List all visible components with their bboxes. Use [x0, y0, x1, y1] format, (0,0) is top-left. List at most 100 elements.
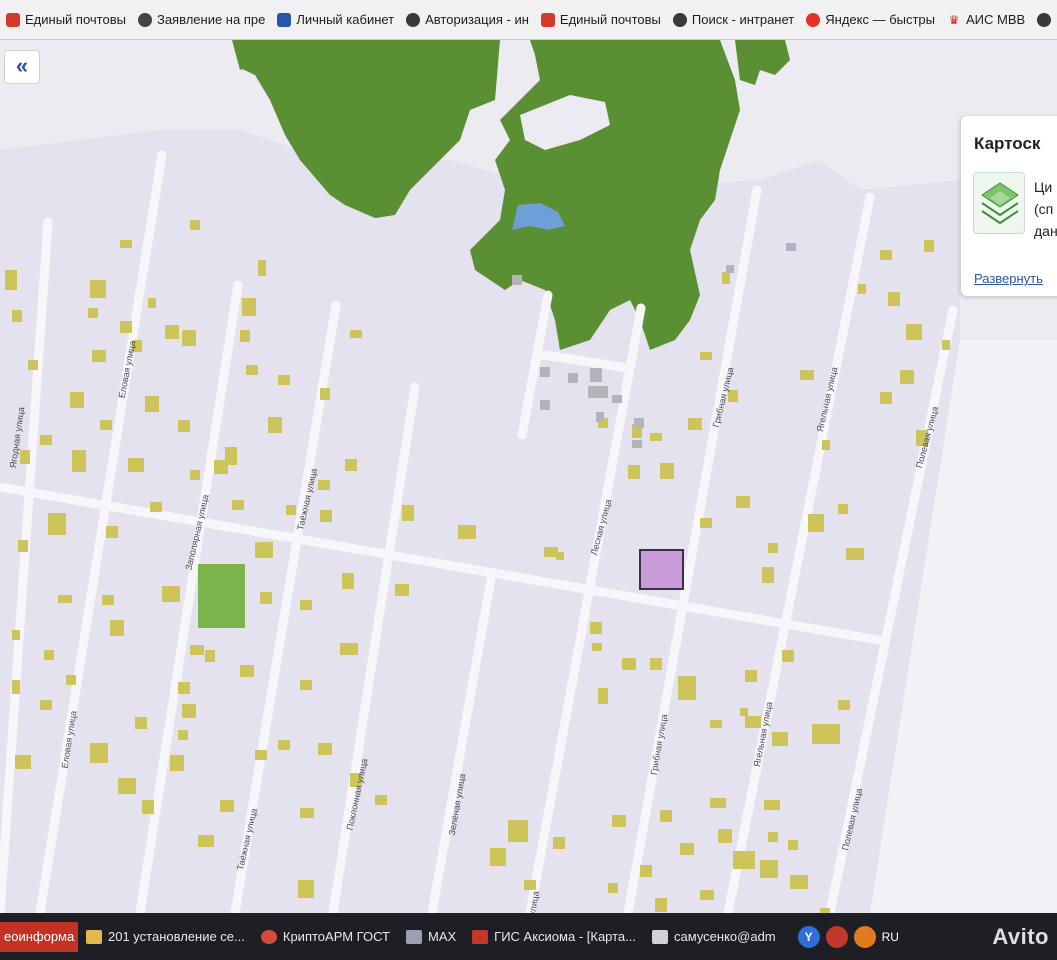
- building[interactable]: [190, 470, 200, 480]
- building[interactable]: [858, 284, 866, 294]
- building[interactable]: [298, 880, 314, 898]
- building[interactable]: [650, 433, 662, 441]
- building[interactable]: [72, 450, 86, 472]
- building[interactable]: [710, 798, 726, 808]
- building[interactable]: [660, 463, 674, 479]
- building[interactable]: [608, 883, 618, 893]
- building[interactable]: [700, 890, 714, 900]
- building[interactable]: [660, 810, 672, 822]
- building[interactable]: [58, 595, 72, 603]
- building[interactable]: [120, 240, 132, 248]
- building[interactable]: [700, 352, 712, 360]
- building[interactable]: [48, 513, 66, 535]
- building[interactable]: [145, 396, 159, 412]
- taskbar-item-gis[interactable]: ГИС Аксиома - [Карта...: [464, 922, 644, 952]
- security-icon[interactable]: [825, 925, 848, 948]
- building[interactable]: [340, 643, 358, 655]
- building[interactable]: [15, 755, 31, 769]
- building[interactable]: [733, 851, 755, 869]
- building[interactable]: [12, 680, 20, 694]
- bookmark-application[interactable]: Заявление на пре: [132, 0, 271, 39]
- building[interactable]: [70, 392, 84, 408]
- building[interactable]: [942, 340, 950, 350]
- building[interactable]: [590, 622, 602, 634]
- building[interactable]: [906, 324, 922, 340]
- building[interactable]: [120, 321, 132, 333]
- building[interactable]: [5, 270, 17, 290]
- building[interactable]: [612, 815, 626, 827]
- building[interactable]: [255, 750, 267, 760]
- building[interactable]: [924, 240, 934, 252]
- building[interactable]: [278, 740, 290, 750]
- building[interactable]: [592, 643, 602, 651]
- building[interactable]: [628, 465, 640, 479]
- building[interactable]: [178, 682, 190, 694]
- building[interactable]: [220, 800, 234, 812]
- bookmark-mail-1[interactable]: Единый почтовы: [0, 0, 132, 39]
- building[interactable]: [544, 547, 558, 557]
- building[interactable]: [880, 392, 892, 404]
- building[interactable]: [40, 435, 52, 445]
- building[interactable]: [182, 704, 196, 718]
- building[interactable]: [260, 592, 272, 604]
- park-parcel[interactable]: [198, 564, 245, 628]
- building[interactable]: [320, 388, 330, 400]
- building[interactable]: [12, 630, 20, 640]
- building[interactable]: [900, 370, 914, 384]
- building[interactable]: [838, 504, 848, 514]
- building[interactable]: [162, 586, 180, 602]
- building[interactable]: [788, 840, 798, 850]
- building[interactable]: [128, 458, 144, 472]
- building[interactable]: [106, 526, 118, 538]
- building[interactable]: [178, 730, 188, 740]
- building[interactable]: [18, 540, 28, 552]
- building[interactable]: [655, 898, 667, 912]
- building[interactable]: [278, 375, 290, 385]
- building[interactable]: [286, 505, 296, 515]
- building[interactable]: [165, 325, 179, 339]
- building[interactable]: [300, 600, 312, 610]
- building[interactable]: [822, 440, 830, 450]
- building[interactable]: [632, 440, 642, 448]
- building[interactable]: [88, 308, 98, 318]
- building[interactable]: [680, 843, 694, 855]
- building[interactable]: [888, 292, 900, 306]
- building[interactable]: [622, 658, 636, 670]
- building[interactable]: [318, 480, 330, 490]
- building[interactable]: [722, 272, 730, 284]
- building[interactable]: [102, 595, 114, 605]
- selected-parcel[interactable]: [639, 549, 684, 590]
- building[interactable]: [90, 743, 108, 763]
- building[interactable]: [375, 795, 387, 805]
- building[interactable]: [190, 645, 204, 655]
- building[interactable]: [726, 265, 734, 273]
- building[interactable]: [700, 518, 712, 528]
- building[interactable]: [118, 778, 136, 794]
- taskbar-item-folder[interactable]: 201 установление се...: [78, 922, 253, 952]
- building[interactable]: [540, 367, 550, 377]
- building[interactable]: [150, 502, 162, 512]
- building[interactable]: [66, 675, 76, 685]
- building[interactable]: [28, 360, 38, 370]
- building[interactable]: [458, 525, 476, 539]
- building[interactable]: [345, 459, 357, 471]
- building[interactable]: [512, 275, 522, 285]
- building[interactable]: [598, 688, 608, 704]
- building[interactable]: [198, 835, 214, 847]
- building[interactable]: [772, 732, 788, 746]
- bookmark-auth[interactable]: Авторизация - ин: [400, 0, 535, 39]
- building[interactable]: [786, 243, 796, 251]
- bookmark-yandex[interactable]: Яндекс — быстры: [800, 0, 941, 39]
- building[interactable]: [135, 717, 147, 729]
- layer-thumbnail-icon[interactable]: [973, 172, 1025, 234]
- building[interactable]: [745, 670, 757, 682]
- building[interactable]: [688, 418, 702, 430]
- building[interactable]: [12, 310, 22, 322]
- building[interactable]: [588, 386, 608, 398]
- building[interactable]: [240, 330, 250, 342]
- map-canvas[interactable]: Ягодная улица Еловая улица Заполярная улиц…: [0, 40, 1057, 913]
- building[interactable]: [90, 280, 106, 298]
- bookmark-search[interactable]: Поиск - интранет: [667, 0, 800, 39]
- taskbar-item-cryptoarm[interactable]: КриптоАРМ ГОСТ: [253, 922, 398, 952]
- building[interactable]: [110, 620, 124, 636]
